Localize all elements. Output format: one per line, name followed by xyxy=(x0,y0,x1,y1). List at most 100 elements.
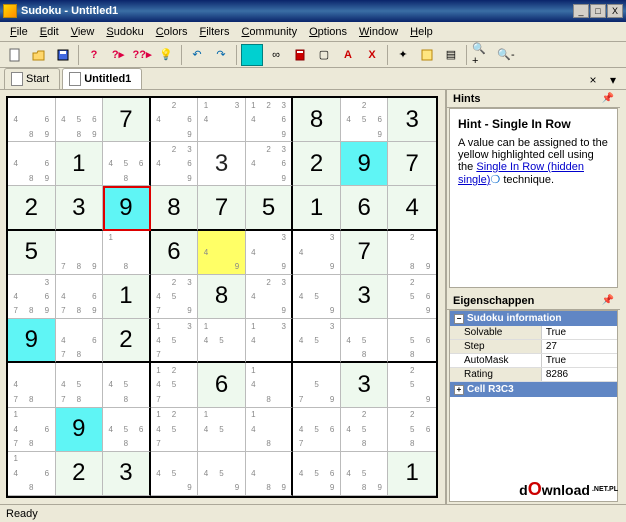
cell-r2c4[interactable]: 23469 xyxy=(151,142,199,186)
cell-r6c9[interactable]: 568 xyxy=(388,319,436,363)
cell-r3c7[interactable]: 1 xyxy=(293,186,341,230)
prop-group-sudoku-info[interactable]: −Sudoku information xyxy=(450,311,617,326)
cell-r4c6[interactable]: 349 xyxy=(246,231,294,275)
cell-r9c4[interactable]: 459 xyxy=(151,452,199,496)
prop-row-rating[interactable]: Rating8286 xyxy=(450,368,617,382)
cell-r3c2[interactable]: 3 xyxy=(56,186,104,230)
save-button[interactable] xyxy=(52,44,74,66)
cell-r8c7[interactable]: 4567 xyxy=(293,408,341,452)
cell-r7c1[interactable]: 478 xyxy=(8,363,56,407)
cell-r1c5[interactable]: 134 xyxy=(198,98,246,142)
box-button[interactable]: ▢ xyxy=(313,44,335,66)
cell-r2c3[interactable]: 4568 xyxy=(103,142,151,186)
prop-group-cell[interactable]: +Cell R3C3 xyxy=(450,382,617,397)
cell-r9c3[interactable]: 3 xyxy=(103,452,151,496)
prop-row-solvable[interactable]: SolvableTrue xyxy=(450,326,617,340)
cell-r5c3[interactable]: 1 xyxy=(103,275,151,319)
cell-r4c3[interactable]: 18 xyxy=(103,231,151,275)
check-button[interactable]: ▤ xyxy=(440,44,462,66)
cell-r8c8[interactable]: 2458 xyxy=(341,408,389,452)
cell-r8c4[interactable]: 12457 xyxy=(151,408,199,452)
menu-options[interactable]: Options xyxy=(303,24,353,40)
cell-r6c7[interactable]: 345 xyxy=(293,319,341,363)
pin-icon[interactable]: 📌 xyxy=(602,93,614,104)
menu-colors[interactable]: Colors xyxy=(150,24,194,40)
cell-r6c5[interactable]: 145 xyxy=(198,319,246,363)
cell-r5c4[interactable]: 234579 xyxy=(151,275,199,319)
open-button[interactable] xyxy=(28,44,50,66)
prop-row-automask[interactable]: AutoMaskTrue xyxy=(450,354,617,368)
cell-r5c5[interactable]: 8 xyxy=(198,275,246,319)
cell-r3c5[interactable]: 7 xyxy=(198,186,246,230)
cell-r9c2[interactable]: 2 xyxy=(56,452,104,496)
tab-close-button[interactable]: × xyxy=(584,71,602,89)
cell-r9c9[interactable]: 1 xyxy=(388,452,436,496)
cell-r8c3[interactable]: 4568 xyxy=(103,408,151,452)
cell-r2c5[interactable]: 3 xyxy=(198,142,246,186)
cell-r1c8[interactable]: 24569 xyxy=(341,98,389,142)
cell-r6c6[interactable]: 134 xyxy=(246,319,294,363)
menu-view[interactable]: View xyxy=(65,24,101,40)
menu-help[interactable]: Help xyxy=(404,24,439,40)
tab-menu-button[interactable]: ▾ xyxy=(604,71,622,89)
cell-r3c8[interactable]: 6 xyxy=(341,186,389,230)
cell-r9c8[interactable]: 4589 xyxy=(341,452,389,496)
cell-r4c4[interactable]: 6 xyxy=(151,231,199,275)
maximize-button[interactable]: □ xyxy=(590,4,606,18)
cell-r3c1[interactable]: 2 xyxy=(8,186,56,230)
tab-untitled1[interactable]: Untitled1 xyxy=(62,68,142,89)
cell-r6c4[interactable]: 13457 xyxy=(151,319,199,363)
link-button[interactable]: ∞ xyxy=(265,44,287,66)
cell-r8c2[interactable]: 9 xyxy=(56,408,104,452)
cell-r7c4[interactable]: 12457 xyxy=(151,363,199,407)
menu-sudoku[interactable]: Sudoku xyxy=(100,24,149,40)
highlight-mode-button[interactable] xyxy=(241,44,263,66)
hint-step-button[interactable]: ?▸ xyxy=(107,44,129,66)
cell-r1c6[interactable]: 123469 xyxy=(246,98,294,142)
cell-r7c8[interactable]: 3 xyxy=(341,363,389,407)
cell-r7c5[interactable]: 6 xyxy=(198,363,246,407)
cell-r4c2[interactable]: 789 xyxy=(56,231,104,275)
cell-r7c2[interactable]: 4578 xyxy=(56,363,104,407)
menu-file[interactable]: File xyxy=(4,24,34,40)
new-button[interactable] xyxy=(4,44,26,66)
cell-r5c1[interactable]: 346789 xyxy=(8,275,56,319)
bulb-button[interactable]: 💡 xyxy=(155,44,177,66)
close-button[interactable]: X xyxy=(607,4,623,18)
property-grid[interactable]: −Sudoku information SolvableTrueStep27Au… xyxy=(449,310,618,502)
cell-r2c1[interactable]: 4689 xyxy=(8,142,56,186)
cell-r8c6[interactable]: 148 xyxy=(246,408,294,452)
cell-r3c4[interactable]: 8 xyxy=(151,186,199,230)
note-button[interactable] xyxy=(416,44,438,66)
pin-icon[interactable]: 📌 xyxy=(602,295,614,306)
cell-r8c1[interactable]: 14678 xyxy=(8,408,56,452)
cell-r7c7[interactable]: 579 xyxy=(293,363,341,407)
cell-r8c5[interactable]: 145 xyxy=(198,408,246,452)
undo-button[interactable]: ↶ xyxy=(186,44,208,66)
cell-r6c1[interactable]: 9 xyxy=(8,319,56,363)
color-pick-button[interactable]: ✦ xyxy=(392,44,414,66)
cell-r9c7[interactable]: 4569 xyxy=(293,452,341,496)
menu-filters[interactable]: Filters xyxy=(194,24,236,40)
mark-a-button[interactable]: A xyxy=(337,44,359,66)
cell-r2c8[interactable]: 9 xyxy=(341,142,389,186)
zoom-in-button[interactable]: 🔍+ xyxy=(471,44,493,66)
cell-r5c9[interactable]: 2569 xyxy=(388,275,436,319)
cell-r5c2[interactable]: 46789 xyxy=(56,275,104,319)
cell-r5c6[interactable]: 2349 xyxy=(246,275,294,319)
cell-r1c2[interactable]: 45689 xyxy=(56,98,104,142)
cell-r1c1[interactable]: 4689 xyxy=(8,98,56,142)
cell-r1c3[interactable]: 7 xyxy=(103,98,151,142)
redo-button[interactable]: ↷ xyxy=(210,44,232,66)
tab-start[interactable]: Start xyxy=(4,68,60,89)
cell-r2c7[interactable]: 2 xyxy=(293,142,341,186)
cell-r8c9[interactable]: 2568 xyxy=(388,408,436,452)
cell-r4c8[interactable]: 7 xyxy=(341,231,389,275)
menu-window[interactable]: Window xyxy=(353,24,404,40)
hints-panel-header[interactable]: Hints 📌 xyxy=(447,90,620,108)
cell-r9c1[interactable]: 1468 xyxy=(8,452,56,496)
cell-r6c3[interactable]: 2 xyxy=(103,319,151,363)
hint-all-button[interactable]: ??▸ xyxy=(131,44,153,66)
cell-r9c5[interactable]: 459 xyxy=(198,452,246,496)
cell-r3c9[interactable]: 4 xyxy=(388,186,436,230)
